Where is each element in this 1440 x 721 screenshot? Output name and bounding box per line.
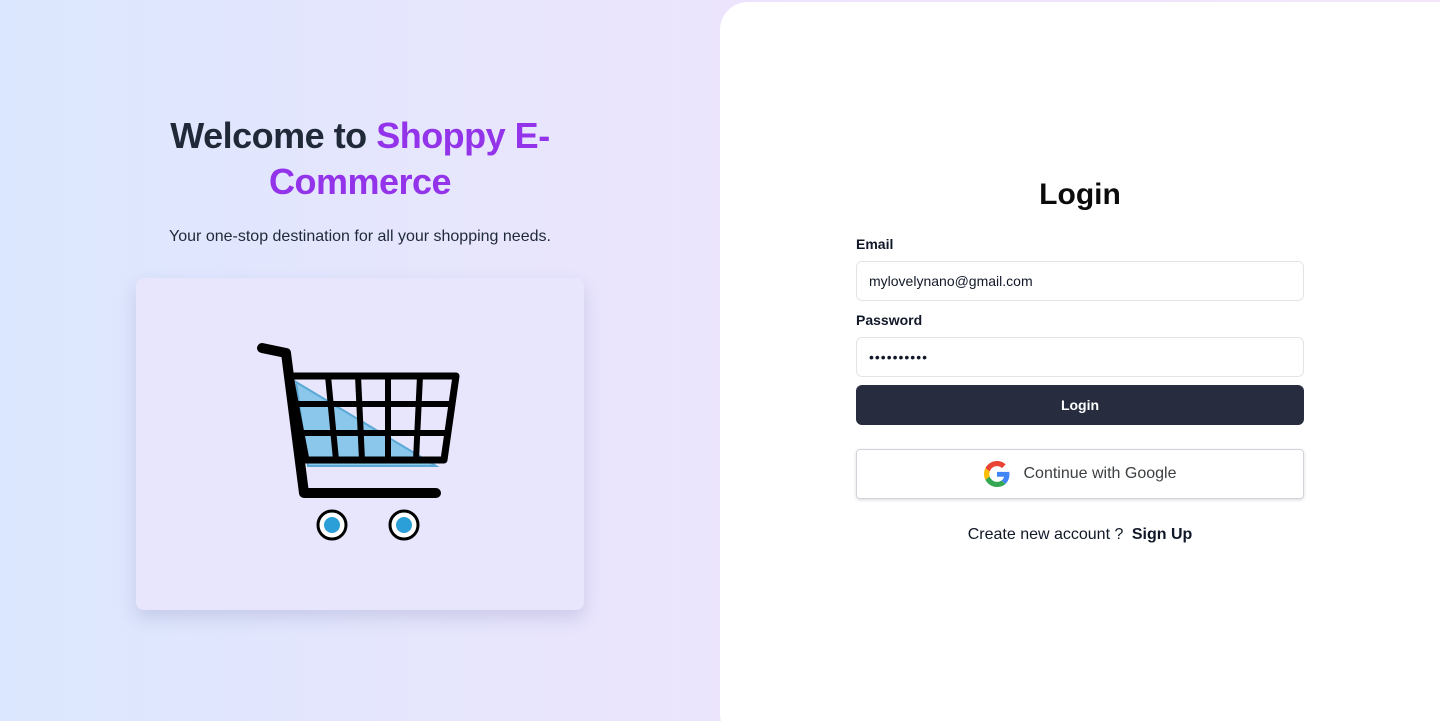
shopping-cart-icon (257, 343, 460, 541)
login-button[interactable]: Login (856, 385, 1304, 425)
signup-prompt: Create new account ? (967, 526, 1124, 543)
google-g-icon (983, 461, 1010, 487)
illustration-card (136, 278, 584, 610)
google-signin-button[interactable]: Continue with Google (856, 449, 1304, 499)
password-label: Password (856, 312, 923, 328)
email-field[interactable] (856, 261, 1304, 301)
tagline: Your one-stop destination for all your s… (169, 228, 551, 245)
password-field[interactable] (856, 337, 1304, 377)
signup-row: Create new account ? Sign Up (856, 526, 1304, 544)
hero-section: Welcome to Shoppy E-Commerce Your one-st… (0, 0, 720, 721)
signup-link[interactable]: Sign Up (1132, 526, 1192, 543)
login-title: Login (1039, 178, 1121, 211)
google-button-label: Continue with Google (1023, 465, 1177, 482)
welcome-prefix: Welcome to (170, 115, 377, 156)
email-label: Email (856, 236, 894, 252)
welcome-heading: Welcome to Shoppy E-Commerce (150, 113, 570, 205)
